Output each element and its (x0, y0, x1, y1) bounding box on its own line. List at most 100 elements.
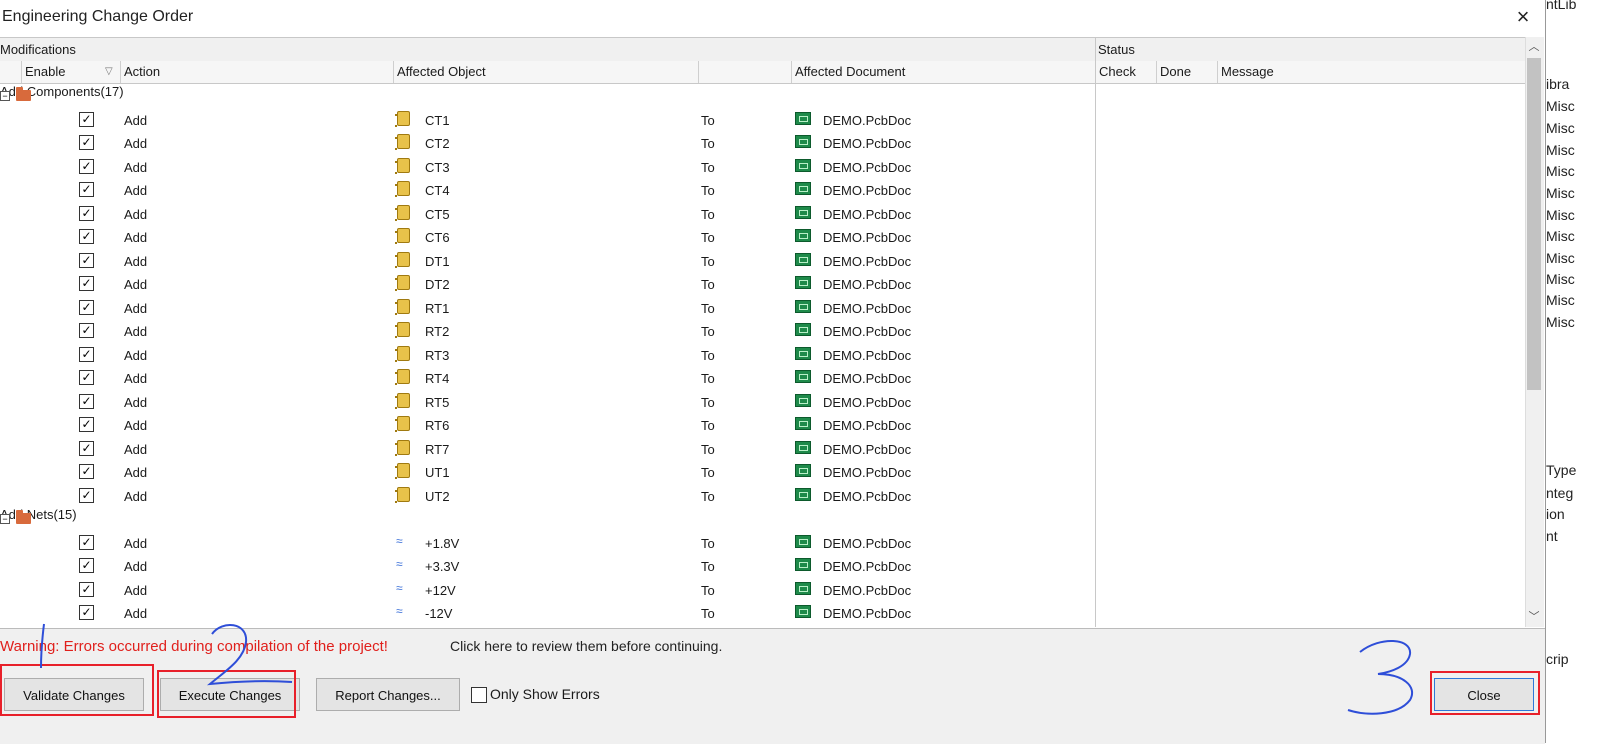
enable-checkbox[interactable]: ✓ (79, 487, 94, 503)
pcb-document-icon (795, 534, 811, 548)
background-panel-text: ion (1546, 506, 1565, 522)
object-cell: RT3 (425, 347, 450, 363)
object-cell: CT4 (425, 183, 450, 198)
to-cell: To (701, 441, 715, 457)
column-to[interactable] (698, 61, 791, 83)
object-cell: RT4 (425, 371, 450, 386)
object-cell: RT2 (425, 324, 450, 339)
column-done[interactable]: Done (1156, 61, 1217, 83)
table-row[interactable]: ✓ Add UT1 To DEMO.PcbDoc (0, 460, 1525, 484)
annotation-two-mark (206, 624, 293, 686)
enable-checkbox[interactable]: ✓ (79, 158, 94, 174)
to-cell: To (701, 253, 715, 269)
table-row[interactable]: ✓ Add RT4 To DEMO.PcbDoc (0, 366, 1525, 390)
column-affected-object[interactable]: Affected Object (393, 61, 698, 83)
enable-checkbox[interactable]: ✓ (79, 581, 94, 597)
enable-checkbox[interactable]: ✓ (79, 558, 94, 573)
table-row[interactable]: ✓ Add RT2 To DEMO.PcbDoc (0, 319, 1525, 343)
column-action[interactable]: Action (120, 61, 393, 83)
table-row[interactable]: ✓ Add RT7 To DEMO.PcbDoc (0, 437, 1525, 461)
column-check[interactable]: Check (1095, 61, 1156, 83)
enable-checkbox[interactable]: ✓ (79, 370, 94, 385)
enable-checkbox[interactable]: ✓ (79, 393, 94, 409)
background-panel-text: Misc (1546, 250, 1575, 266)
table-row[interactable]: ✓ Add UT2 To DEMO.PcbDoc (0, 484, 1525, 508)
enable-checkbox[interactable]: ✓ (79, 534, 94, 550)
table-row[interactable]: ✓ Add CT6 To DEMO.PcbDoc (0, 225, 1525, 249)
object-cell: RT5 (425, 394, 450, 410)
enable-checkbox[interactable]: ✓ (79, 135, 94, 150)
enable-checkbox[interactable]: ✓ (79, 111, 94, 127)
enable-checkbox[interactable]: ✓ (79, 417, 94, 432)
action-cell: Add (124, 136, 148, 151)
enable-checkbox[interactable]: ✓ (79, 323, 94, 338)
enable-checkbox[interactable]: ✓ (79, 346, 94, 362)
document-cell: DEMO.PcbDoc (823, 465, 912, 480)
object-cell: +1.8V (425, 535, 460, 551)
table-row[interactable]: ✓ Add ≈ +3.3V To DEMO.PcbDoc (0, 554, 1525, 578)
collapse-icon[interactable]: − (0, 91, 10, 101)
to-cell: To (701, 300, 715, 316)
background-panel-text: Misc (1546, 120, 1575, 136)
document-cell: DEMO.PcbDoc (823, 253, 912, 269)
pcb-document-icon (795, 370, 811, 383)
document-cell: DEMO.PcbDoc (823, 488, 912, 504)
table-row[interactable]: ✓ Add RT6 To DEMO.PcbDoc (0, 413, 1525, 437)
table-row[interactable]: ✓ Add DT1 To DEMO.PcbDoc (0, 249, 1525, 273)
table-row[interactable]: ✓ Add RT3 To DEMO.PcbDoc (0, 343, 1525, 367)
enable-checkbox[interactable]: ✓ (79, 605, 94, 620)
to-cell: To (701, 535, 715, 551)
document-cell: DEMO.PcbDoc (823, 418, 912, 433)
to-cell: To (701, 183, 715, 198)
scroll-up-icon[interactable]: ︿ (1525, 38, 1543, 56)
enable-checkbox[interactable]: ✓ (79, 205, 94, 221)
enable-checkbox[interactable]: ✓ (79, 229, 94, 244)
action-cell: Add (124, 277, 148, 292)
to-cell: To (701, 606, 715, 621)
pcb-document-icon (795, 558, 811, 571)
annotation-marks (40, 623, 1413, 715)
object-cell: CT5 (425, 206, 450, 222)
to-cell: To (701, 488, 715, 504)
enable-checkbox[interactable]: ✓ (79, 440, 94, 456)
table-row[interactable]: ✓ Add DT2 To DEMO.PcbDoc (0, 272, 1525, 296)
enable-checkbox[interactable]: ✓ (79, 464, 94, 479)
component-icon (395, 181, 410, 197)
net-icon: ≈ (396, 604, 403, 618)
scrollbar-thumb[interactable] (1527, 58, 1541, 390)
group-label: Add Nets(15) (0, 507, 77, 522)
collapse-icon[interactable]: − (0, 514, 10, 524)
object-cell: +3.3V (425, 559, 460, 574)
table-row[interactable]: ✓ Add CT5 To DEMO.PcbDoc (0, 202, 1525, 226)
table-row[interactable]: ✓ Add RT5 To DEMO.PcbDoc (0, 390, 1525, 414)
group-row[interactable]: − Add Nets(15) (0, 507, 1525, 531)
document-cell: DEMO.PcbDoc (823, 300, 912, 316)
to-cell: To (701, 112, 715, 128)
object-cell: CT2 (425, 136, 450, 151)
enable-checkbox[interactable]: ✓ (79, 276, 94, 291)
close-icon[interactable]: × (1512, 6, 1534, 28)
column-affected-document[interactable]: Affected Document (791, 61, 1095, 83)
document-cell: DEMO.PcbDoc (823, 559, 912, 574)
to-cell: To (701, 559, 715, 574)
table-row[interactable]: ✓ Add CT2 To DEMO.PcbDoc (0, 131, 1525, 155)
enable-checkbox[interactable]: ✓ (79, 299, 94, 315)
table-row[interactable]: ✓ Add RT1 To DEMO.PcbDoc (0, 296, 1525, 320)
table-row[interactable]: ✓ Add ≈ +1.8V To DEMO.PcbDoc (0, 531, 1525, 555)
table-row[interactable]: ✓ Add ≈ +12V To DEMO.PcbDoc (0, 578, 1525, 602)
action-cell: Add (124, 183, 148, 198)
column-message[interactable]: Message (1217, 61, 1525, 83)
table-row[interactable]: ✓ Add CT3 To DEMO.PcbDoc (0, 155, 1525, 179)
table-row[interactable]: ✓ Add CT1 To DEMO.PcbDoc (0, 108, 1525, 132)
document-cell: DEMO.PcbDoc (823, 324, 912, 339)
column-enable[interactable]: Enable ▽ (21, 61, 120, 83)
status-header: Status (1098, 42, 1135, 57)
table-row[interactable]: ✓ Add CT4 To DEMO.PcbDoc (0, 178, 1525, 202)
to-cell: To (701, 230, 715, 245)
group-row[interactable]: − Add Components(17) (0, 84, 1525, 108)
document-cell: DEMO.PcbDoc (823, 347, 912, 363)
pcb-document-icon (795, 276, 811, 289)
action-cell: Add (124, 418, 148, 433)
enable-checkbox[interactable]: ✓ (79, 182, 94, 197)
enable-checkbox[interactable]: ✓ (79, 252, 94, 268)
